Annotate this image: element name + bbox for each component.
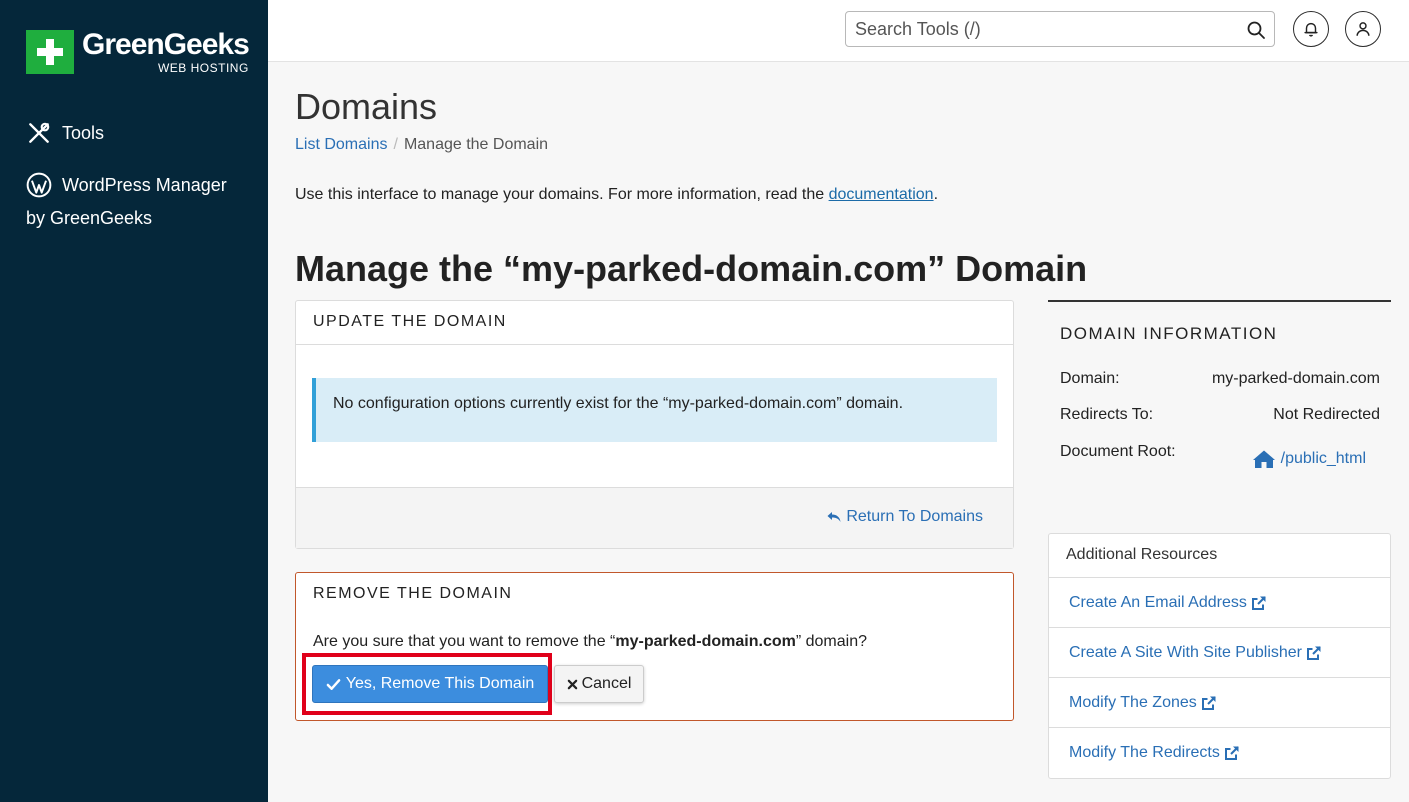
sidebar-item-label: Tools: [62, 122, 105, 143]
external-link-icon: [1251, 595, 1266, 610]
resource-link-modify-redirects[interactable]: Modify The Redirects: [1049, 728, 1390, 778]
remove-question-post: ” domain?: [795, 633, 868, 650]
info-alert: No configuration options currently exist…: [312, 378, 997, 442]
resource-label: Modify The Redirects: [1069, 744, 1220, 761]
return-to-domains-link[interactable]: Return To Domains: [826, 508, 983, 526]
info-label: Document Root:: [1060, 443, 1176, 460]
additional-resources-heading: Additional Resources: [1049, 534, 1390, 578]
greengeeks-plus-icon: [26, 30, 74, 74]
info-label: Domain:: [1060, 370, 1120, 387]
external-link-icon: [1201, 695, 1216, 710]
external-link-icon: [1307, 645, 1321, 660]
yes-remove-label: Yes, Remove This Domain: [345, 675, 535, 692]
document-root-link[interactable]: /public_html: [1252, 449, 1366, 469]
reply-arrow-icon: [827, 512, 841, 522]
breadcrumb-list-domains[interactable]: List Domains: [295, 136, 387, 153]
update-domain-heading: UPDATE THE DOMAIN: [296, 301, 1013, 345]
search-input[interactable]: [846, 12, 1226, 46]
domain-information-heading: DOMAIN INFORMATION: [1060, 324, 1278, 343]
update-domain-panel: UPDATE THE DOMAIN No configuration optio…: [295, 300, 1014, 549]
logo-text: GreenGeeks WEB HOSTING: [82, 28, 250, 75]
search-icon[interactable]: [1246, 20, 1266, 40]
return-to-domains-label: Return To Domains: [846, 508, 983, 525]
intro-text-body: Use this interface to manage your domain…: [295, 186, 829, 203]
resource-link-modify-zones[interactable]: Modify The Zones: [1049, 678, 1390, 728]
cancel-button[interactable]: Cancel: [554, 665, 644, 703]
top-bar: [268, 0, 1409, 62]
update-panel-footer: Return To Domains: [296, 487, 1013, 548]
notifications-button[interactable]: [1293, 11, 1329, 47]
remove-domain-panel: REMOVE THE DOMAIN Are you sure that you …: [295, 572, 1014, 721]
greengeeks-logo[interactable]: GreenGeeks WEB HOSTING: [26, 28, 250, 75]
remove-question-pre: Are you sure that you want to remove the…: [313, 633, 616, 650]
external-link-icon: [1224, 746, 1239, 760]
main-content: Domains List Domains / Manage the Domain U…: [268, 62, 1409, 802]
domain-information: DOMAIN INFORMATION Domain: my-parked-dom…: [1048, 300, 1391, 468]
breadcrumb-current: Manage the Domain: [403, 136, 549, 153]
intro-text: Use this interface to manage your domain…: [295, 186, 938, 204]
info-value: my-parked-domain.com: [1211, 370, 1380, 387]
resource-label: Modify The Zones: [1069, 693, 1197, 711]
info-label: Redirects To:: [1060, 406, 1154, 423]
resource-label: Create A Site With Site Publisher: [1069, 643, 1302, 661]
documentation-link[interactable]: documentation: [829, 186, 934, 203]
resource-label: Create An Email Address: [1069, 593, 1247, 611]
sidebar: GreenGeeks WEB HOSTING Tools WordPress M…: [0, 0, 268, 802]
user-menu-button[interactable]: [1345, 11, 1381, 47]
logo-subtitle: WEB HOSTING: [157, 61, 249, 75]
remove-confirmation-text: Are you sure that you want to remove the…: [313, 633, 867, 651]
wordpress-icon: [26, 172, 52, 198]
page-title: Domains: [295, 86, 438, 127]
home-icon: [1252, 450, 1275, 468]
breadcrumb-separator: /: [393, 136, 398, 153]
sidebar-item-label: WordPress Manager: [62, 174, 227, 195]
yes-remove-domain-button[interactable]: Yes, Remove This Domain: [312, 665, 548, 703]
resource-link-create-email[interactable]: Create An Email Address: [1049, 578, 1390, 628]
intro-text-end: .: [933, 186, 939, 203]
sidebar-item-sublabel[interactable]: by GreenGeeks: [26, 208, 152, 229]
checkmark-icon: [326, 678, 341, 690]
info-value: Not Redirected: [1273, 406, 1380, 423]
tools-icon: [29, 122, 50, 143]
document-root-value: /public_html: [1280, 450, 1366, 467]
close-icon: [567, 679, 577, 689]
breadcrumb: List Domains / Manage the Domain: [295, 136, 548, 154]
remove-domain-heading: REMOVE THE DOMAIN: [313, 585, 513, 602]
remove-question-domain: my-parked-domain.com: [615, 633, 796, 650]
sidebar-item-tools[interactable]: Tools: [26, 120, 104, 146]
search-box: [845, 11, 1275, 47]
logo-name: GreenGeeks: [82, 28, 250, 61]
cancel-label: Cancel: [581, 675, 632, 692]
resource-link-site-publisher[interactable]: Create A Site With Site Publisher: [1049, 628, 1390, 678]
sidebar-item-wordpress-manager[interactable]: WordPress Manager: [26, 172, 227, 198]
additional-resources: Additional Resources Create An Email Add…: [1048, 533, 1391, 779]
user-icon: [1356, 22, 1370, 36]
manage-domain-title: Manage the “my-parked-domain.com” Domain: [295, 248, 1088, 289]
bell-icon: [1304, 22, 1318, 37]
